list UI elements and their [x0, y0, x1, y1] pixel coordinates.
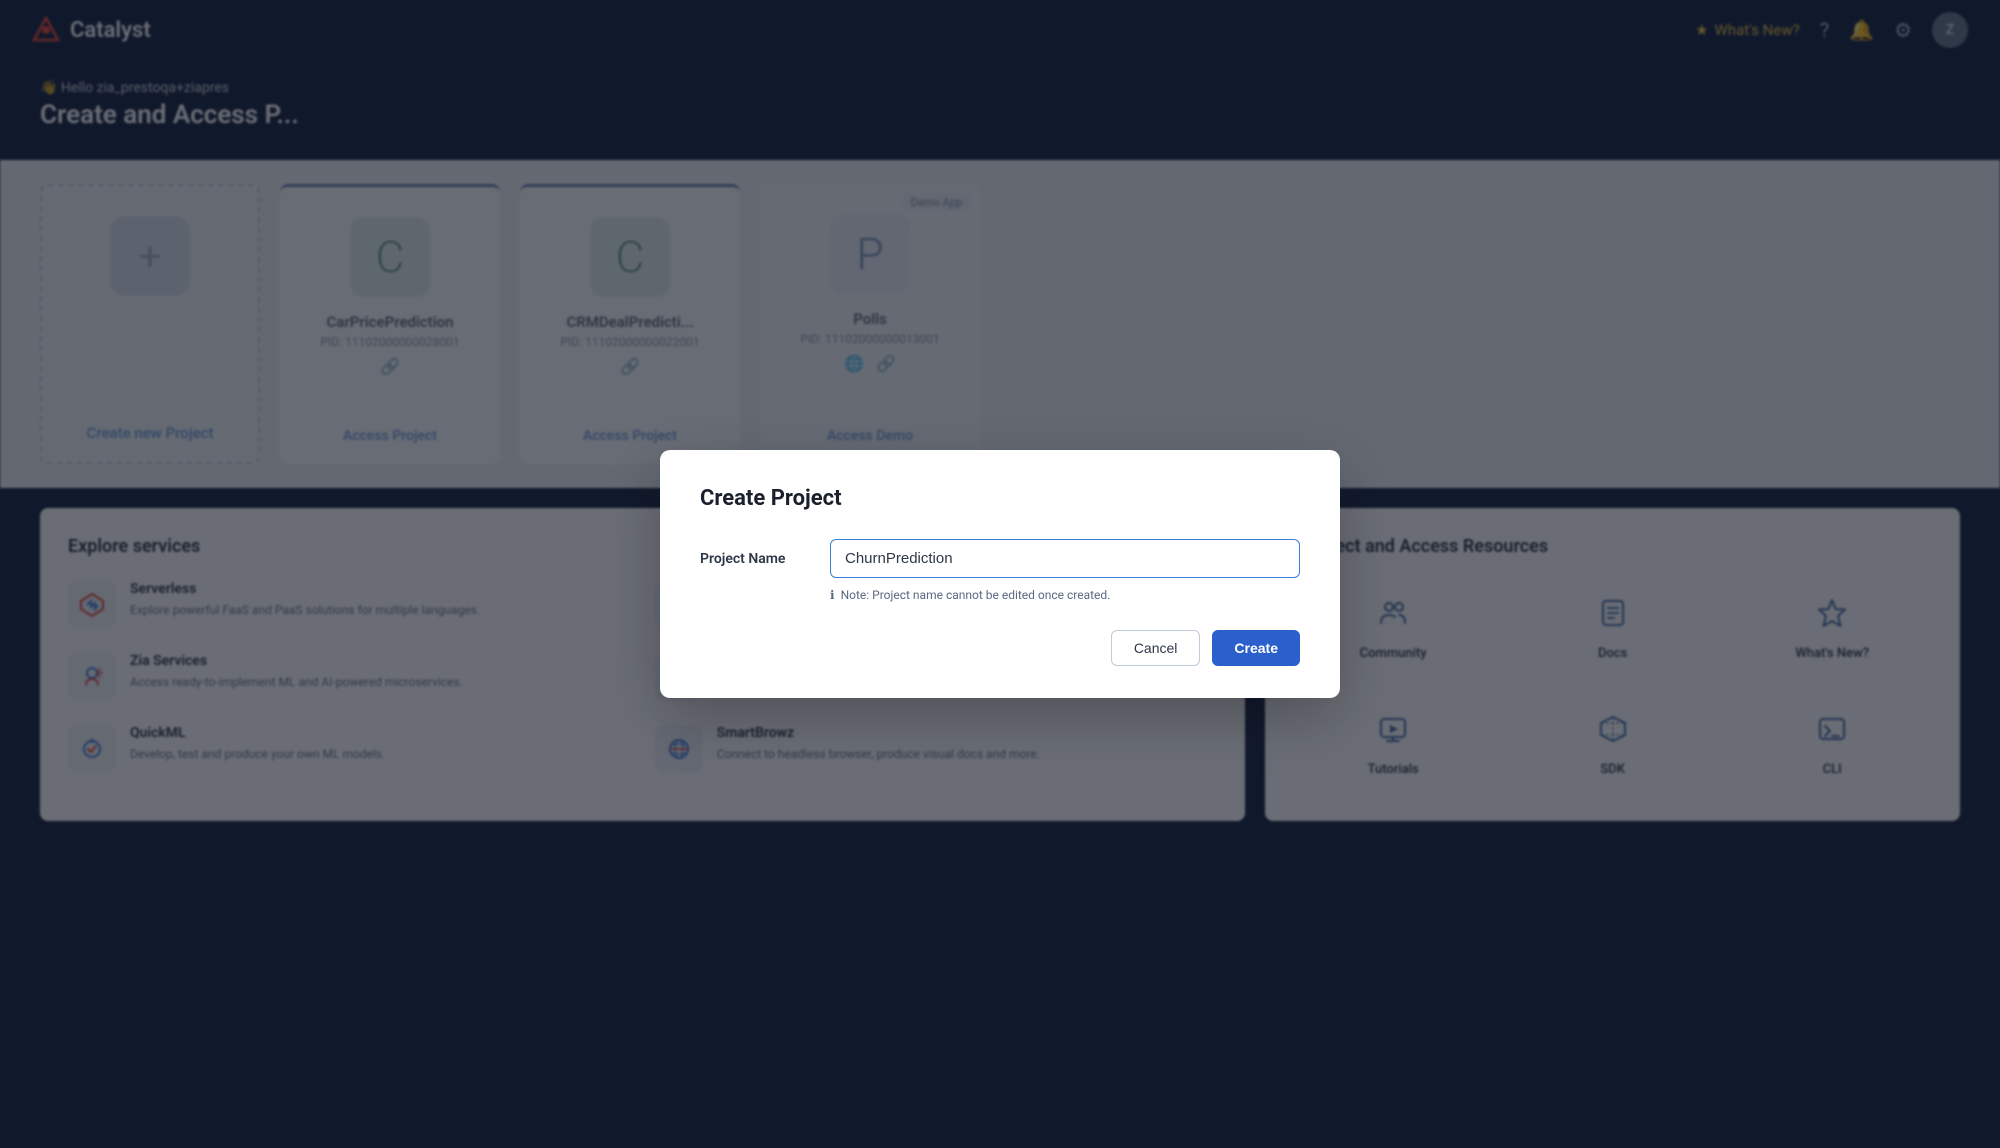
modal-form-row: Project Name: [700, 539, 1300, 578]
modal-note-text: Note: Project name cannot be edited once…: [841, 588, 1111, 602]
create-project-modal: Create Project Project Name ℹ Note: Proj…: [660, 450, 1340, 698]
project-name-input[interactable]: [830, 539, 1300, 578]
cancel-button[interactable]: Cancel: [1111, 630, 1201, 666]
modal-actions: Cancel Create: [700, 630, 1300, 666]
modal-overlay: Create Project Project Name ℹ Note: Proj…: [0, 0, 2000, 1148]
create-button[interactable]: Create: [1212, 630, 1300, 666]
modal-title: Create Project: [700, 486, 1300, 511]
project-name-label: Project Name: [700, 551, 810, 567]
info-icon: ℹ: [830, 588, 835, 602]
modal-note: ℹ Note: Project name cannot be edited on…: [830, 588, 1300, 602]
